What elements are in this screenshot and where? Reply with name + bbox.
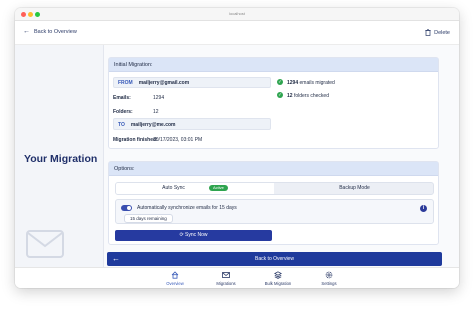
app-window: localhost ← Back to Overview Delete Your… xyxy=(15,8,459,288)
envelope-icon xyxy=(26,230,64,258)
folders-checked-stat: 12 folders checked xyxy=(287,93,329,99)
main-content: Initial Migration: FROM mailjerry@gmail.c… xyxy=(104,45,459,267)
back-to-overview-link[interactable]: ← Back to Overview xyxy=(23,28,77,35)
mail-icon xyxy=(222,272,230,278)
check-icon: ✓ xyxy=(277,92,283,98)
emails-value: 1294 xyxy=(153,95,165,101)
nav-item-overview[interactable]: Overview xyxy=(150,271,200,286)
folders-label: Folders: xyxy=(113,109,133,115)
emails-label: Emails: xyxy=(113,95,131,101)
refresh-icon: ⟳ xyxy=(179,232,184,238)
nav-item-settings[interactable]: Settings xyxy=(304,271,354,286)
tab-auto-sync[interactable]: Auto Sync Active xyxy=(116,183,274,194)
auto-sync-toggle[interactable] xyxy=(121,205,132,211)
sync-now-button[interactable]: ⟳ Sync Now xyxy=(115,230,272,241)
to-box: TO mailjerry@me.com xyxy=(113,118,271,130)
back-to-overview-button[interactable]: ← Back to Overview xyxy=(107,252,442,266)
bottom-nav: Overview Migrations Bulk Migration Setti… xyxy=(15,267,459,288)
finished-label: Migration finished: xyxy=(113,137,158,143)
toolbar: ← Back to Overview Delete xyxy=(15,21,459,45)
days-remaining-badge: 15 days remaining xyxy=(124,214,173,223)
to-email: mailjerry@me.com xyxy=(130,122,176,128)
from-email: mailjerry@gmail.com xyxy=(138,80,190,86)
page-title: Your Migration xyxy=(24,153,98,165)
nav-item-migrations[interactable]: Migrations xyxy=(201,271,251,286)
folders-value: 12 xyxy=(153,109,159,115)
active-badge: Active xyxy=(208,184,228,191)
initial-migration-card: Initial Migration: FROM mailjerry@gmail.c… xyxy=(108,57,439,149)
layers-icon xyxy=(274,271,282,279)
gear-icon xyxy=(325,271,333,279)
auto-sync-description: Automatically synchronize emails for 15 … xyxy=(137,205,237,211)
info-icon[interactable]: i xyxy=(420,205,427,212)
left-panel: Your Migration xyxy=(15,45,104,267)
arrow-left-icon: ← xyxy=(23,28,30,35)
from-tag: FROM xyxy=(118,80,133,86)
home-icon xyxy=(171,271,179,279)
nav-item-bulk-migration[interactable]: Bulk Migration xyxy=(253,271,303,286)
check-icon: ✓ xyxy=(277,79,283,85)
sync-mode-segmented-control: Auto Sync Active Backup Mode xyxy=(115,182,434,195)
tab-backup-mode[interactable]: Backup Mode xyxy=(274,183,433,194)
title-bar: localhost xyxy=(15,8,459,21)
auto-sync-settings: Automatically synchronize emails for 15 … xyxy=(115,199,434,224)
delete-label: Delete xyxy=(434,29,450,36)
delete-button[interactable]: Delete xyxy=(425,29,450,36)
window-title: localhost xyxy=(229,11,245,16)
options-card: Options: Auto Sync Active Backup Mode Aut… xyxy=(108,161,439,245)
arrow-left-icon: ← xyxy=(112,254,120,263)
initial-migration-header: Initial Migration: xyxy=(109,58,438,72)
options-header: Options: xyxy=(109,162,438,176)
back-link-label: Back to Overview xyxy=(34,29,77,35)
from-box: FROM mailjerry@gmail.com xyxy=(113,77,271,88)
emails-migrated-stat: 1294 emails migrated xyxy=(287,80,335,86)
trash-icon xyxy=(425,29,431,36)
to-tag: TO xyxy=(118,122,125,128)
finished-value: 10/17/2023, 03:01 PM xyxy=(153,137,203,143)
